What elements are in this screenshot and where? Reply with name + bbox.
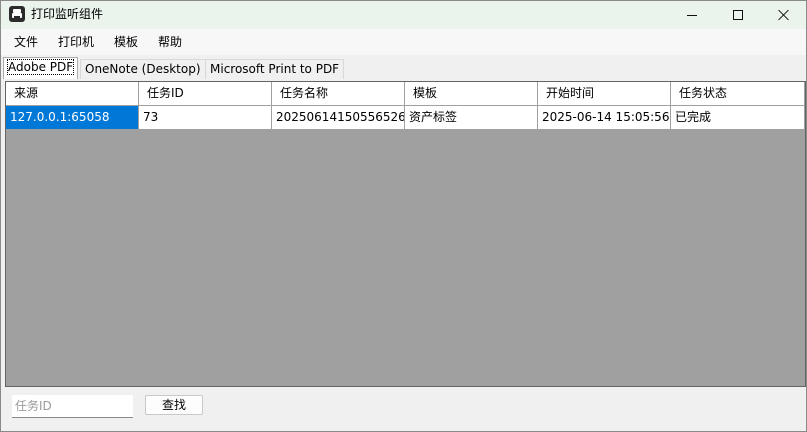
tab-label: OneNote (Desktop): [85, 62, 201, 76]
task-table[interactable]: 来源 任务ID 任务名称 模板 开始时间 任务状态 127.0.0.1:6505…: [5, 81, 806, 387]
cell-task-status[interactable]: 已完成: [671, 106, 805, 130]
column-header-task-name[interactable]: 任务名称: [272, 82, 405, 106]
column-header-task-id[interactable]: 任务ID: [139, 82, 272, 106]
tab-microsoft-print-to-pdf[interactable]: Microsoft Print to PDF: [205, 59, 345, 79]
table-header-row: 来源 任务ID 任务名称 模板 开始时间 任务状态: [6, 82, 805, 106]
column-header-task-status[interactable]: 任务状态: [671, 82, 805, 106]
cell-start-time[interactable]: 2025-06-14 15:05:56: [538, 106, 671, 130]
cell-source[interactable]: 127.0.0.1:65058: [6, 106, 139, 130]
tab-label: Adobe PDF: [6, 59, 75, 75]
window-title: 打印监听组件: [31, 7, 104, 21]
menu-template[interactable]: 模板: [114, 34, 138, 50]
find-button[interactable]: 查找: [145, 395, 203, 415]
cell-template[interactable]: 资产标签: [405, 106, 538, 130]
tab-label: Microsoft Print to PDF: [210, 62, 340, 76]
column-header-source[interactable]: 来源: [6, 82, 139, 106]
menu-bar: 文件 打印机 模板 帮助: [1, 29, 806, 55]
maximize-icon: [733, 10, 743, 20]
cell-task-id[interactable]: 73: [139, 106, 272, 130]
table-row[interactable]: 127.0.0.1:65058 73 20250614150556526 资产标…: [6, 106, 805, 130]
close-icon: [778, 9, 790, 21]
printer-icon: [9, 6, 25, 22]
close-button[interactable]: [761, 1, 807, 29]
printer-tabs: Adobe PDF OneNote (Desktop) Microsoft Pr…: [1, 57, 806, 81]
menu-printer[interactable]: 打印机: [58, 34, 94, 50]
maximize-button[interactable]: [715, 1, 761, 29]
minimize-icon: [687, 14, 697, 16]
menu-help[interactable]: 帮助: [158, 34, 182, 50]
task-id-search-input[interactable]: [12, 395, 133, 418]
title-bar: 打印监听组件: [1, 1, 806, 29]
app-window: 打印监听组件 文件 打印机 模板 帮助 Adobe PDF OneNote (D…: [0, 0, 807, 432]
cell-task-name[interactable]: 20250614150556526: [272, 106, 405, 130]
tab-adobe-pdf[interactable]: Adobe PDF: [3, 57, 79, 79]
minimize-button[interactable]: [669, 1, 715, 29]
column-header-start-time[interactable]: 开始时间: [538, 82, 671, 106]
menu-file[interactable]: 文件: [14, 34, 38, 50]
column-header-template[interactable]: 模板: [405, 82, 538, 106]
tab-onenote[interactable]: OneNote (Desktop): [80, 59, 206, 79]
